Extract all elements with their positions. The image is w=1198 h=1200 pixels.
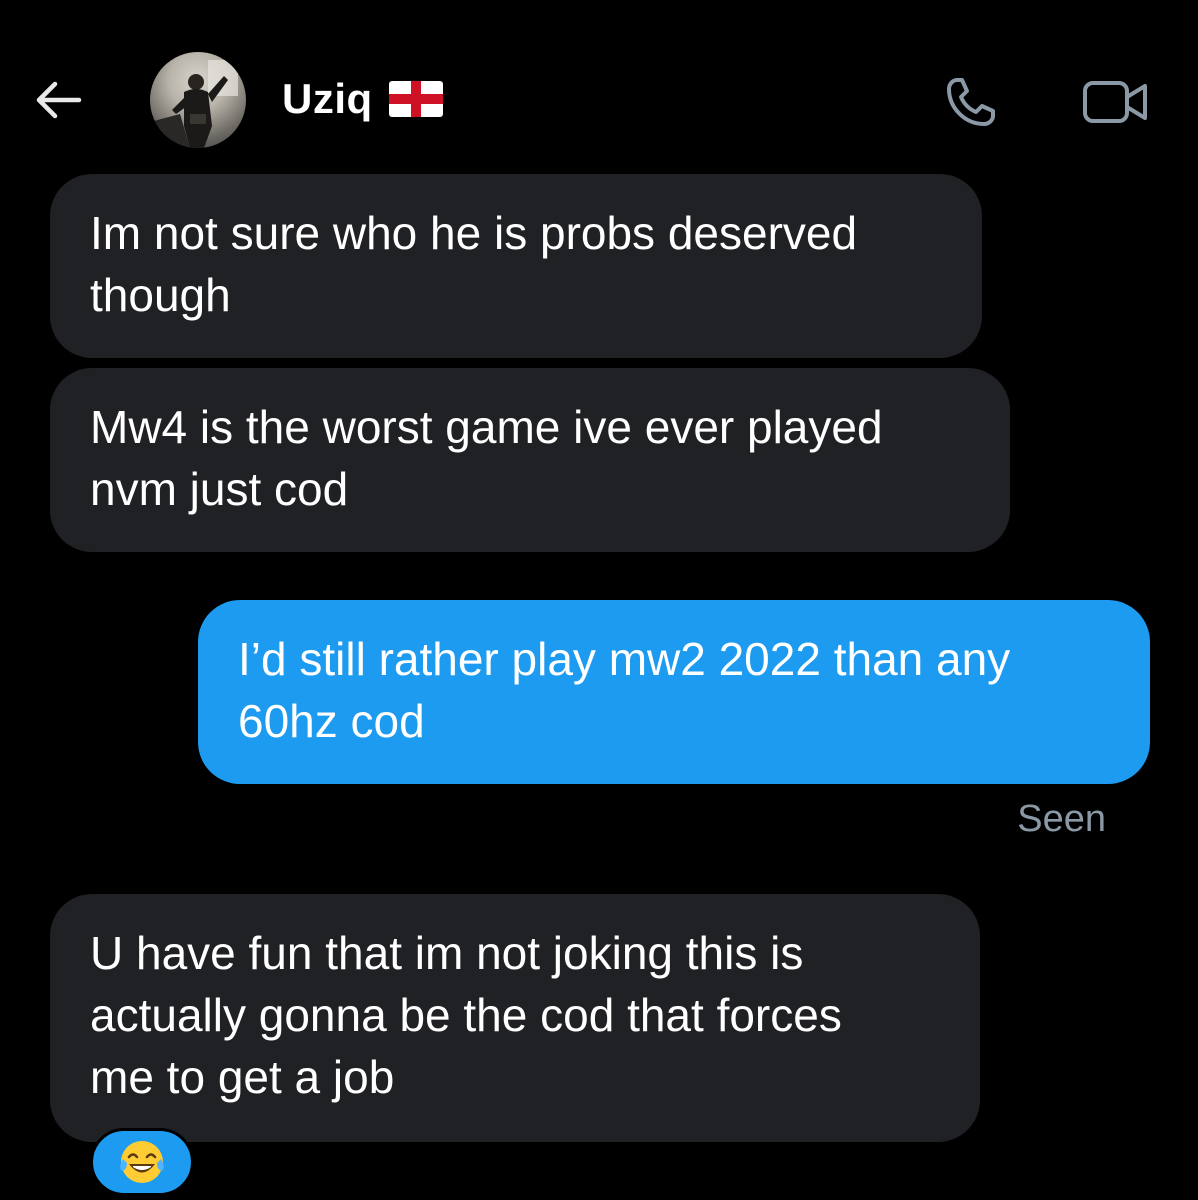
message-bubble-sent[interactable]: I’d still rather play mw2 2022 than any … xyxy=(198,600,1150,784)
voice-call-button[interactable] xyxy=(940,72,1002,132)
message-bubble-received[interactable]: Mw4 is the worst game ive ever played nv… xyxy=(50,368,1010,552)
phone-icon xyxy=(947,78,995,126)
seen-status: Seen xyxy=(1017,798,1106,840)
england-flag-icon xyxy=(388,81,443,117)
message-bubble-received[interactable]: U have fun that im not joking this is ac… xyxy=(50,894,980,1142)
conversation-header: Uziq xyxy=(0,0,1198,170)
video-camera-icon xyxy=(1083,81,1147,123)
arrow-left-icon xyxy=(36,81,82,119)
avatar[interactable] xyxy=(150,52,246,148)
message-bubble-received[interactable]: Im not sure who he is probs deserved tho… xyxy=(50,174,982,358)
message-reaction[interactable] xyxy=(90,1128,194,1196)
contact-name: Uziq xyxy=(282,75,373,122)
back-button[interactable] xyxy=(30,72,86,128)
dm-conversation-screen: Uziq Im not sure who he is probs deserve… xyxy=(0,0,1198,1200)
face-with-tears-of-joy-icon xyxy=(120,1141,164,1183)
video-call-button[interactable] xyxy=(1078,72,1152,132)
contact-name-block[interactable]: Uziq xyxy=(282,74,443,124)
